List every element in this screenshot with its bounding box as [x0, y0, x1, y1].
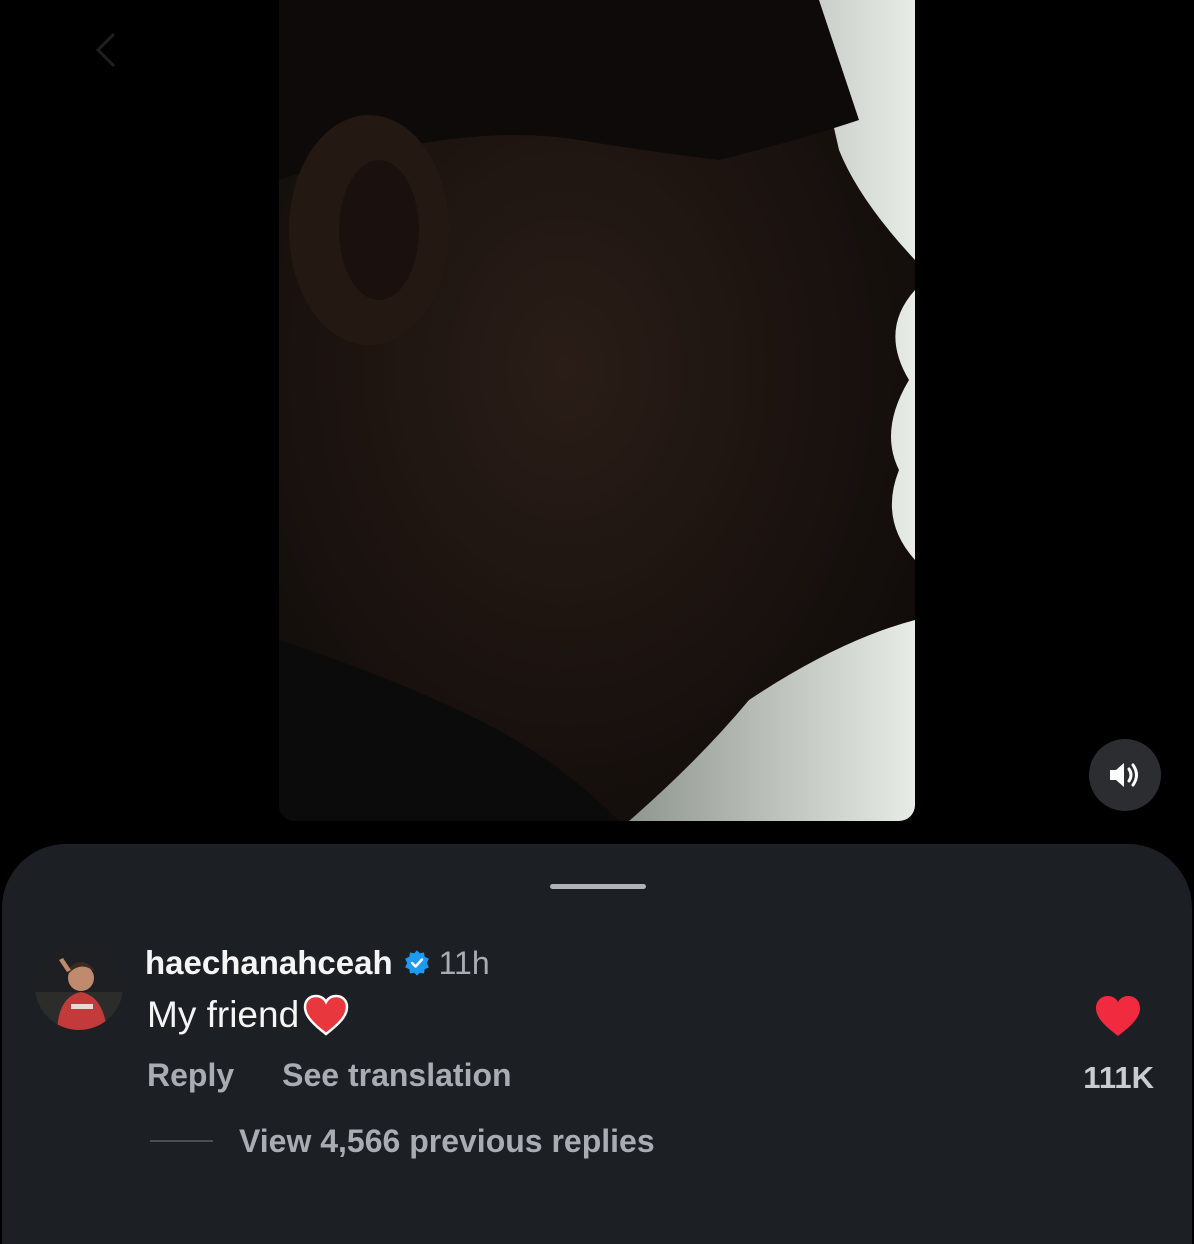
red-heart-emoji-icon: [303, 994, 349, 1036]
view-replies-button[interactable]: View 4,566 previous replies: [239, 1123, 655, 1160]
comment-timestamp: 11h: [438, 944, 490, 981]
avatar-image: [35, 942, 123, 1030]
avatar[interactable]: [35, 942, 123, 1030]
heart-icon[interactable]: [1094, 994, 1142, 1038]
comment-username[interactable]: haechanahceah: [145, 944, 393, 982]
replies-divider: [150, 1140, 213, 1142]
sound-toggle-button[interactable]: [1089, 739, 1161, 811]
speaker-on-icon: [1110, 763, 1138, 787]
video-frame-image: [279, 0, 915, 821]
like-count: 111K: [1083, 1060, 1154, 1095]
verified-badge-icon: [404, 950, 429, 976]
reply-button[interactable]: Reply: [147, 1057, 234, 1094]
sheet-drag-handle[interactable]: [550, 884, 646, 889]
comments-sheet: haechanahceah 11h My friend Reply See tr…: [2, 844, 1192, 1244]
video-player[interactable]: [279, 0, 915, 821]
back-chevron-icon[interactable]: [88, 30, 128, 70]
comment-text: My friend: [147, 994, 300, 1035]
see-translation-button[interactable]: See translation: [282, 1057, 511, 1094]
